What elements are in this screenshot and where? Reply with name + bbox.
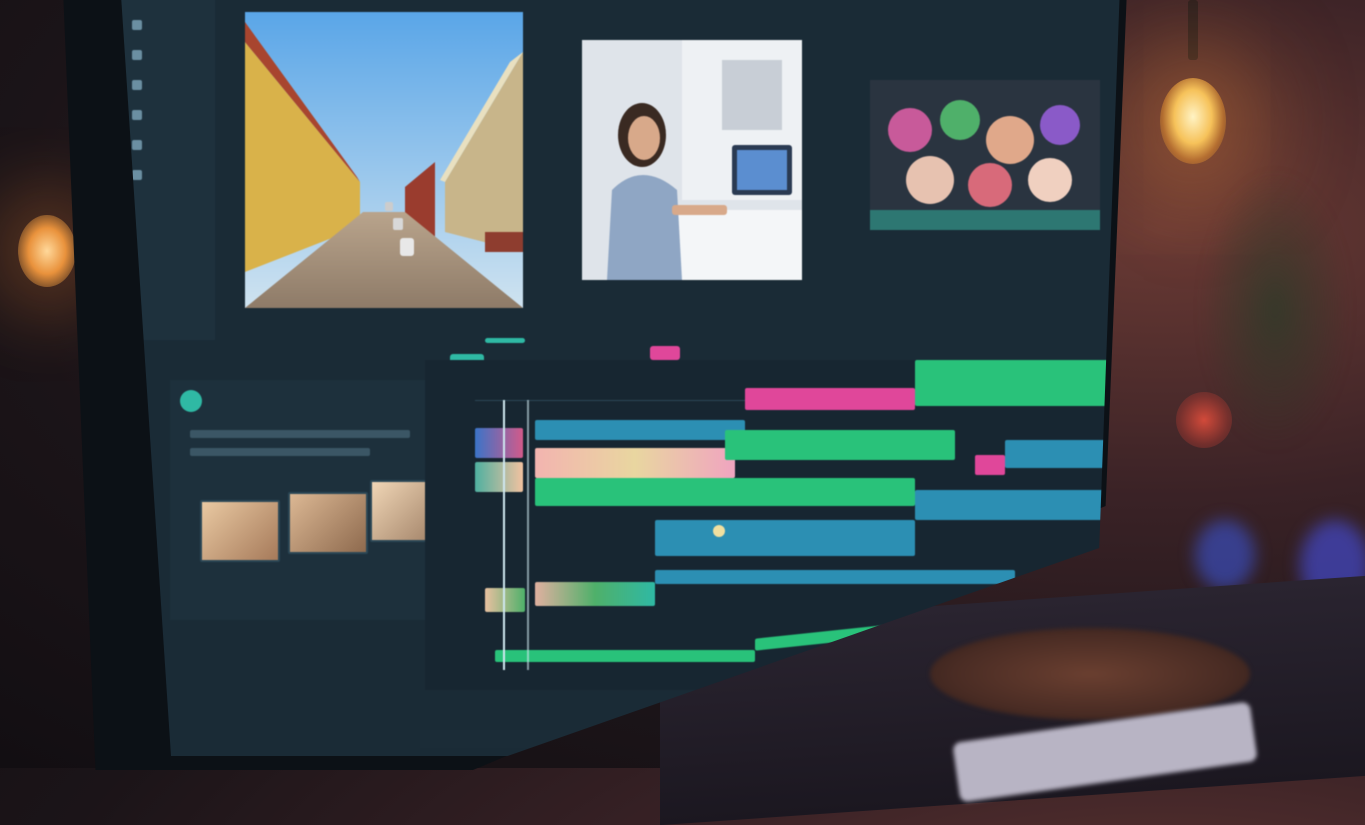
desk-plate xyxy=(930,628,1250,720)
source-preview-panel[interactable] xyxy=(245,12,523,308)
keyframe-marker[interactable] xyxy=(713,525,725,537)
sidebar-item[interactable] xyxy=(120,160,215,190)
playhead-marker[interactable] xyxy=(527,400,529,670)
playhead[interactable] xyxy=(503,400,505,670)
sidebar-item[interactable] xyxy=(120,130,215,160)
red-bokeh-light xyxy=(1176,392,1232,448)
sidebar-item[interactable] xyxy=(120,70,215,100)
video-clip[interactable] xyxy=(535,582,655,606)
progress-indicator xyxy=(485,338,525,343)
program-preview-panel[interactable] xyxy=(582,40,802,280)
sidebar-item[interactable] xyxy=(120,40,215,70)
video-clip[interactable] xyxy=(485,588,525,612)
lamp-cord xyxy=(1188,0,1198,60)
secondary-preview-panel[interactable] xyxy=(870,80,1100,230)
video-clip[interactable] xyxy=(475,428,523,458)
video-clip[interactable] xyxy=(535,448,735,478)
media-thumbnail[interactable] xyxy=(200,500,280,562)
audio-clip[interactable] xyxy=(915,360,1115,406)
video-clip[interactable] xyxy=(535,420,745,440)
title-clip[interactable] xyxy=(745,388,915,410)
video-clip[interactable] xyxy=(915,490,1115,520)
media-icon xyxy=(180,390,202,412)
pendant-light-bulb xyxy=(1160,78,1226,164)
blue-bokeh-light xyxy=(1195,520,1255,590)
crowd-thumbnail-image xyxy=(870,80,1100,230)
media-description-line xyxy=(190,448,370,456)
wall-lamp-glow xyxy=(18,215,76,287)
effect-clip[interactable] xyxy=(975,455,1005,475)
media-thumbnail[interactable] xyxy=(288,492,368,554)
sidebar-item[interactable] xyxy=(120,10,215,40)
audio-waveform-track[interactable] xyxy=(495,650,755,662)
media-description-line xyxy=(190,430,410,438)
audio-track[interactable] xyxy=(655,570,1015,584)
woman-at-computer-image xyxy=(582,40,802,280)
marker-tool-button[interactable] xyxy=(650,346,680,360)
media-library-panel: › xyxy=(170,380,460,620)
sidebar-item[interactable] xyxy=(120,100,215,130)
status-bar xyxy=(420,730,620,748)
audio-clip[interactable] xyxy=(535,478,915,506)
video-clip[interactable] xyxy=(655,520,915,556)
audio-clip[interactable] xyxy=(725,430,955,460)
video-clip[interactable] xyxy=(475,462,523,492)
street-scene-image xyxy=(245,12,523,308)
video-clip[interactable] xyxy=(1005,440,1115,468)
